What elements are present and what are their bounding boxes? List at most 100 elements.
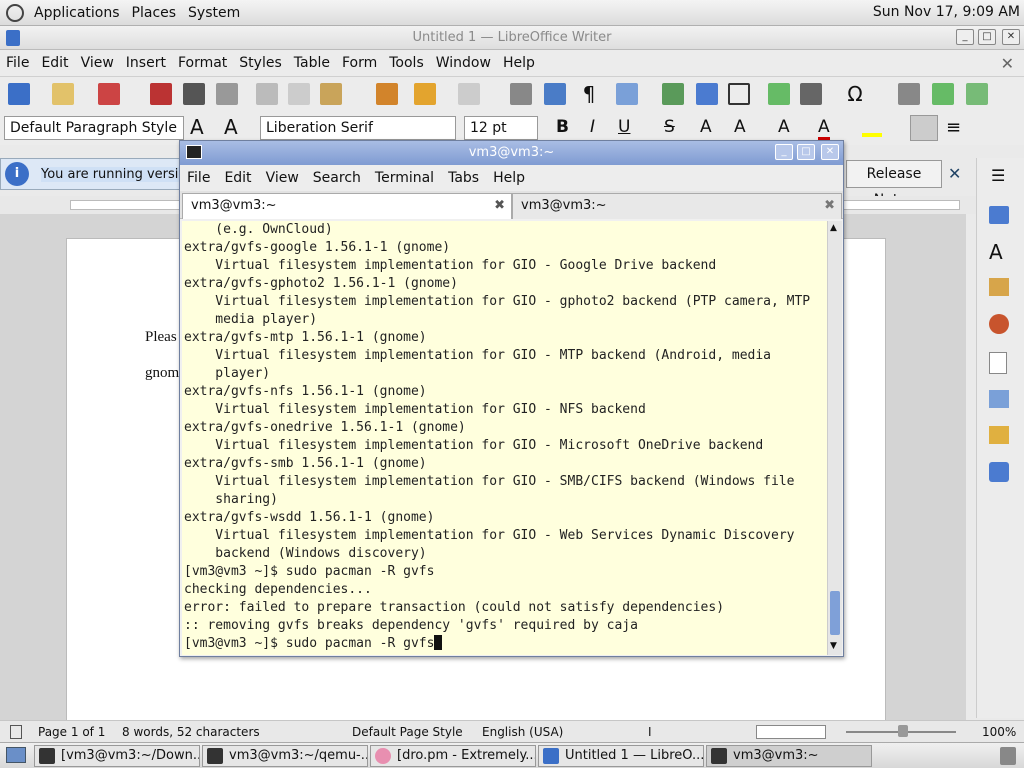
taskbar-item-3[interactable]: [dro.pm - Extremely... [370,745,536,767]
clear-formatting-icon[interactable]: A [778,117,790,137]
find-replace-icon[interactable] [510,83,532,105]
menu-form[interactable]: Form [336,55,383,71]
align-left-icon[interactable] [910,115,938,141]
clone-formatting-icon[interactable] [376,83,398,105]
menu-format[interactable]: Format [172,55,233,71]
taskbar-item-5[interactable]: vm3@vm3:~ [706,745,872,767]
menu-applications[interactable]: Applications [28,5,126,21]
terminal-prompt-line[interactable]: [vm3@vm3 ~]$ sudo pacman -R gvfs [182,635,827,653]
font-name-box[interactable]: Liberation Serif [260,116,456,140]
new-document-icon[interactable] [8,83,30,105]
terminal-menu-tabs[interactable]: Tabs [441,170,486,186]
close-document-icon[interactable]: ✕ [1001,54,1014,73]
menu-window[interactable]: Window [430,55,497,71]
design-icon[interactable] [989,462,1009,482]
manage-changes-icon[interactable] [989,426,1009,444]
paste-icon[interactable] [320,83,342,105]
footnote-icon[interactable] [932,83,954,105]
font-size-box[interactable]: 12 pt [464,116,538,140]
terminal-minimize-button[interactable]: _ [775,144,793,160]
strikethrough-icon[interactable]: S [664,117,675,137]
taskbar-item-4[interactable]: Untitled 1 — LibreO... [538,745,704,767]
release-notes-button[interactable]: Release Notes [846,160,942,208]
terminal-tab-2[interactable]: vm3@vm3:~ ✖ [512,193,842,219]
close-tab-1-icon[interactable]: ✖ [494,194,505,218]
menu-tools[interactable]: Tools [383,55,430,71]
insert-field-icon[interactable] [800,83,822,105]
font-color-icon[interactable]: A [818,117,830,140]
export-pdf-icon[interactable] [150,83,172,105]
insert-chart-icon[interactable] [696,83,718,105]
terminal-menu-file[interactable]: File [180,170,217,186]
minimize-button[interactable]: _ [956,29,974,45]
paragraph-style-box[interactable]: Default Paragraph Style [4,116,184,140]
terminal-menu-edit[interactable]: Edit [217,170,258,186]
cut-icon[interactable] [256,83,278,105]
terminal-titlebar[interactable]: vm3@vm3:~ _ □ ✕ [180,141,843,165]
scroll-down-icon[interactable]: ▼ [830,641,837,651]
header-footer-icon[interactable] [966,83,988,105]
menu-help[interactable]: Help [497,55,541,71]
close-infobar-icon[interactable]: ✕ [948,164,961,183]
navigator-icon[interactable] [989,314,1009,334]
redo-icon[interactable] [458,83,480,105]
zoom-slider-handle[interactable] [898,725,908,737]
bold-icon[interactable]: B [556,117,569,137]
save-icon[interactable] [98,83,120,105]
view-layout-icons[interactable] [756,725,826,739]
terminal-maximize-button[interactable]: □ [797,144,815,160]
menu-styles[interactable]: Styles [233,55,287,71]
terminal-scrollbar[interactable]: ▲ ▼ [827,221,842,655]
menu-system[interactable]: System [182,5,246,21]
italic-icon[interactable]: I [590,117,595,137]
zoom-level[interactable]: 100% [982,725,1016,739]
menu-edit[interactable]: Edit [35,55,74,71]
show-desktop-icon[interactable] [6,747,26,763]
menu-table[interactable]: Table [288,55,336,71]
underline-icon[interactable]: U [618,117,630,137]
print-preview-icon[interactable] [216,83,238,105]
terminal-menu-view[interactable]: View [259,170,306,186]
subscript-icon[interactable]: A [734,117,746,137]
hyperlink-icon[interactable] [898,83,920,105]
terminal-menu-terminal[interactable]: Terminal [368,170,441,186]
update-style-icon[interactable]: A [190,115,204,139]
copy-icon[interactable] [288,83,310,105]
page-count[interactable]: Page 1 of 1 [38,725,105,739]
terminal-menu-search[interactable]: Search [306,170,368,186]
menu-places[interactable]: Places [126,5,183,21]
scroll-up-icon[interactable]: ▲ [830,223,837,233]
taskbar-item-1[interactable]: [vm3@vm3:~/Down... [34,745,200,767]
menu-view[interactable]: View [75,55,120,71]
style-inspector-icon[interactable] [989,390,1009,408]
close-tab-2-icon[interactable]: ✖ [824,194,835,218]
close-button[interactable]: ✕ [1002,29,1020,45]
sidebar-menu-icon[interactable]: ☰ [991,166,1005,185]
gallery-icon[interactable] [989,278,1009,296]
insert-table-icon[interactable] [616,83,638,105]
clock[interactable]: Sun Nov 17, 9:09 AM [873,4,1020,20]
special-character-icon[interactable]: Ω [844,83,866,105]
print-icon[interactable] [183,83,205,105]
page-icon[interactable] [989,352,1007,374]
spelling-icon[interactable] [544,83,566,105]
terminal-close-button[interactable]: ✕ [821,144,839,160]
maximize-button[interactable]: □ [978,29,996,45]
terminal-tab-1[interactable]: vm3@vm3:~ ✖ [182,193,512,219]
word-count[interactable]: 8 words, 52 characters [122,725,260,739]
undo-icon[interactable] [414,83,436,105]
insert-page-break-icon[interactable] [768,83,790,105]
styles-icon[interactable]: A [989,240,1003,264]
open-folder-icon[interactable] [52,83,74,105]
terminal-output[interactable]: (e.g. OwnCloud) extra/gvfs-google 1.56.1… [182,221,827,655]
formatting-marks-icon[interactable]: ¶ [578,83,600,105]
scrollbar-thumb[interactable] [830,591,840,635]
insert-image-icon[interactable] [662,83,684,105]
applications-logo-icon[interactable] [6,4,24,22]
language[interactable]: English (USA) [482,725,563,739]
terminal-menu-help[interactable]: Help [486,170,532,186]
menu-file[interactable]: File [0,55,35,71]
trash-icon[interactable] [1000,747,1016,765]
highlight-icon[interactable] [862,117,882,137]
page-style[interactable]: Default Page Style [352,725,463,739]
